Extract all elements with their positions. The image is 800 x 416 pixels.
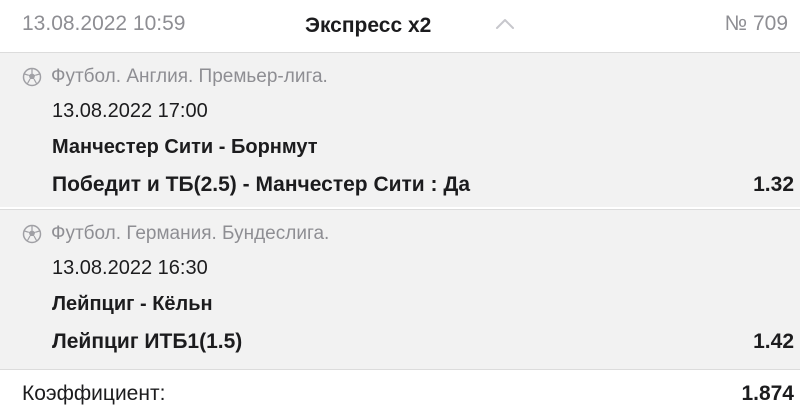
chevron-up-icon[interactable] [494, 16, 516, 30]
event-card: Футбол. Англия. Премьер-лига. 13.08.2022… [0, 52, 800, 208]
bet-type-title: Экспресс x2 [305, 14, 432, 37]
soccer-ball-icon [22, 224, 42, 244]
bet-selection: Победит и ТБ(2.5) - Манчестер Сити : Да [52, 173, 471, 196]
total-odds-label: Коэффициент: [22, 382, 166, 405]
event-card: Футбол. Германия. Бундеслига. 13.08.2022… [0, 209, 800, 370]
bet-odd: 1.42 [753, 330, 794, 353]
total-odds-value: 1.874 [741, 382, 794, 405]
event-teams: Лейпциг - Кёльн [52, 293, 213, 315]
bet-number: № 709 [724, 12, 788, 35]
soccer-ball-icon [22, 67, 42, 87]
league-name: Футбол. Англия. Премьер-лига. [51, 66, 328, 87]
league-name: Футбол. Германия. Бундеслига. [51, 223, 330, 244]
bet-header: 13.08.2022 10:59 Экспресс x2 № 709 [0, 0, 800, 52]
league-row: Футбол. Германия. Бундеслига. [22, 222, 329, 246]
league-row: Футбол. Англия. Премьер-лига. [22, 65, 328, 89]
bet-date: 13.08.2022 10:59 [22, 12, 186, 35]
event-teams: Манчестер Сити - Борнмут [52, 136, 318, 158]
bet-odd: 1.32 [753, 173, 794, 196]
event-datetime: 13.08.2022 16:30 [52, 257, 208, 279]
total-odds-row: Коэффициент: 1.874 [0, 369, 800, 416]
bet-selection: Лейпциг ИТБ1(1.5) [52, 330, 243, 353]
event-datetime: 13.08.2022 17:00 [52, 100, 208, 122]
